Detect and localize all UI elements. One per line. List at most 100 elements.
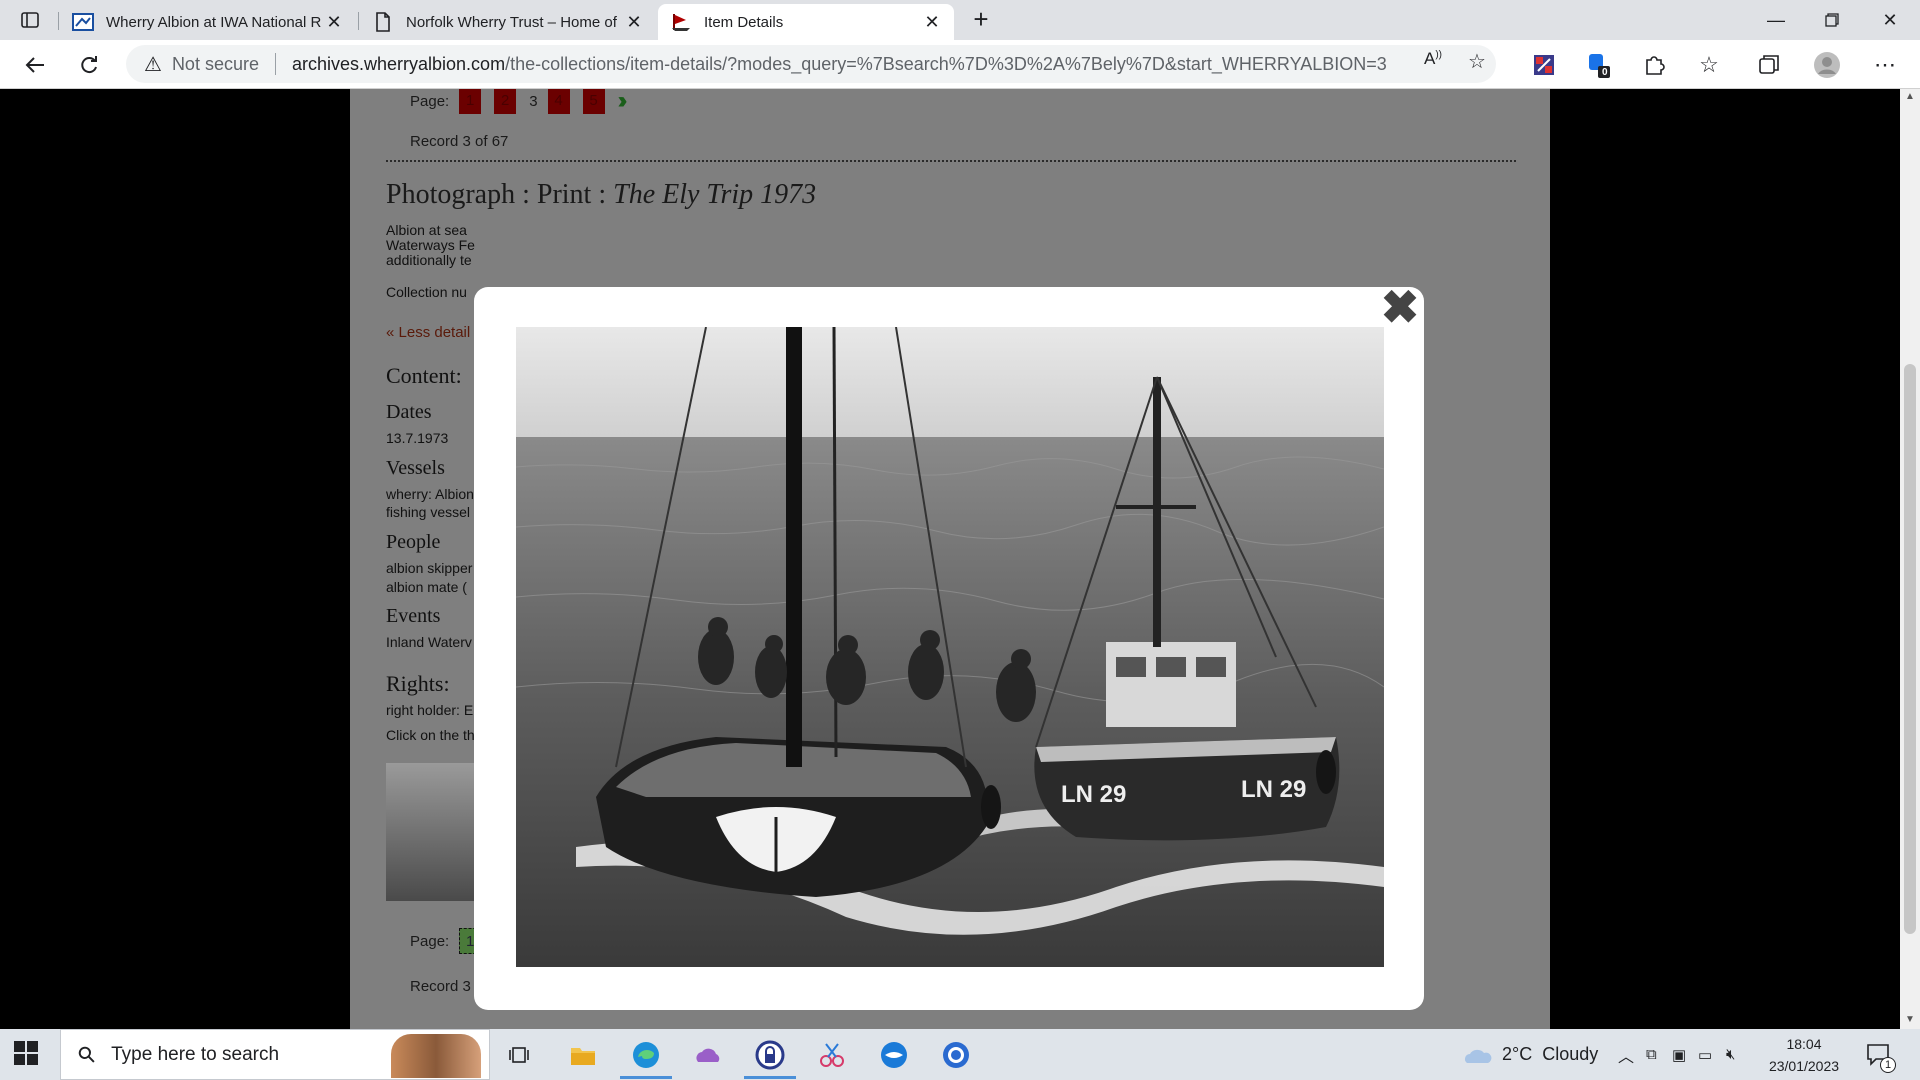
page-document-icon [372, 11, 394, 33]
cloud-icon [1465, 1049, 1492, 1063]
close-tab-icon[interactable]: ✕ [324, 12, 344, 33]
restore-icon[interactable] [1804, 0, 1860, 40]
page-link-2[interactable]: 2 [494, 89, 517, 114]
clock-date: 23/01/2023 [1768, 1058, 1840, 1074]
page-scrollbar[interactable]: ▲ ▼ [1900, 89, 1920, 1029]
vessels-heading: Vessels [386, 457, 445, 479]
lightbox-modal: ✖ LN 29 LN 29 [474, 284, 1424, 1010]
weather-temperature: 2°C [1502, 1044, 1533, 1064]
scroll-up-icon[interactable]: ▲ [1905, 91, 1915, 102]
scrollbar-thumb[interactable] [1904, 364, 1916, 934]
warning-triangle-icon[interactable]: ⚠ [144, 52, 162, 77]
tab-item-details[interactable]: Item Details ✕ [658, 4, 954, 40]
add-favorite-star-icon[interactable]: ☆ [1468, 49, 1486, 74]
onedrive-app-icon[interactable] [692, 1039, 724, 1071]
next-page-arrows-icon[interactable]: ›› [618, 89, 628, 115]
favorites-icon[interactable]: ☆ [1692, 48, 1726, 82]
settings-more-icon[interactable]: ⋯ [1868, 48, 1902, 82]
back-arrow-icon[interactable] [18, 48, 52, 82]
new-tab-button[interactable]: + [966, 6, 996, 34]
page-link-1[interactable]: 1 [459, 89, 482, 114]
scroll-down-icon[interactable]: ▼ [1905, 1014, 1915, 1025]
edge-browser-icon[interactable] [630, 1039, 662, 1071]
people-item: albion mate ( [386, 579, 467, 595]
wherry-favicon-icon [670, 11, 692, 33]
tab-norfolk-wherry-trust[interactable]: Norfolk Wherry Trust – Home of ✕ [360, 4, 656, 40]
read-aloud-icon[interactable]: A)) [1424, 49, 1442, 69]
rights-holder: right holder: E [386, 702, 474, 718]
clock-time: 18:04 [1786, 1036, 1822, 1052]
taskbar-search-box[interactable]: ⚲ Type here to search [60, 1029, 490, 1080]
snipping-tool-icon[interactable] [816, 1039, 848, 1071]
url-path: /the-collections/item-details/?modes_que… [505, 53, 1387, 74]
pager-label: Page: [410, 92, 450, 110]
rights-heading: Rights: [386, 671, 450, 696]
tab-wherry-albion-iwa[interactable]: Wherry Albion at IWA National R ✕ [60, 4, 356, 40]
page-link-5[interactable]: 5 [582, 89, 605, 114]
tab-title: Norfolk Wherry Trust – Home of [406, 13, 617, 31]
minimize-icon[interactable]: — [1748, 0, 1804, 40]
close-tab-icon[interactable]: ✕ [922, 12, 942, 33]
extension-badge-icon[interactable]: 0 [1582, 48, 1616, 82]
tab-separator [58, 12, 59, 30]
vessel-item: wherry: Albion [386, 486, 474, 502]
network-icon[interactable]: ▣ [1672, 1029, 1686, 1080]
active-app-indicator [744, 1076, 796, 1079]
meet-now-icon[interactable]: ⧉ [1646, 1029, 1657, 1080]
close-modal-icon[interactable]: ✖ [1380, 284, 1420, 330]
less-detail-link[interactable]: « Less detail [386, 324, 470, 341]
security-label[interactable]: Not secure [172, 54, 259, 75]
boats-at-sea-photo: LN 29 LN 29 [516, 327, 1384, 967]
people-heading: People [386, 531, 441, 553]
lock-app-icon[interactable] [754, 1039, 786, 1071]
system-clock[interactable]: 18:04 23/01/2023 [1760, 1033, 1848, 1077]
pager-top: Page: 1 2 3 4 5 ›› [410, 89, 628, 115]
current-page: 3 [529, 92, 538, 110]
event-item: Inland Waterv [386, 634, 472, 650]
tab-title: Wherry Albion at IWA National R [106, 13, 322, 31]
windows-taskbar: ⚲ Type here to search 2°C Cloudy ︿ ⧉ ▣ ▭… [0, 1029, 1920, 1080]
page-title: Photograph : Print : The Ely Trip 1973 [386, 179, 817, 210]
weather-condition: Cloudy [1542, 1044, 1599, 1064]
content-heading: Content: [386, 363, 462, 388]
weather-widget[interactable]: 2°C Cloudy [1462, 1029, 1598, 1080]
show-hidden-icons-chevron-icon[interactable]: ︿ [1618, 1029, 1634, 1080]
description-line: Albion at sea [386, 222, 467, 238]
collections-icon[interactable] [1752, 48, 1786, 82]
chat-app-icon[interactable] [940, 1039, 972, 1071]
extension-grid-icon[interactable] [1527, 48, 1561, 82]
task-view-icon[interactable] [503, 1039, 535, 1071]
search-icon: ⚲ [72, 1039, 102, 1069]
search-highlight-image [391, 1034, 481, 1078]
collection-number: Collection nu [386, 284, 467, 300]
divider [386, 160, 1516, 162]
boat-registration-right: LN 29 [1241, 776, 1306, 803]
file-explorer-icon[interactable] [567, 1039, 599, 1071]
windows-start-icon[interactable] [14, 1041, 40, 1067]
search-placeholder: Type here to search [111, 1043, 280, 1065]
browser-toolbar: ⚠ Not secure archives.wherryalbion.com /… [0, 40, 1920, 89]
refresh-icon[interactable] [72, 48, 106, 82]
description-line: Waterways Fe [386, 237, 475, 253]
extensions-puzzle-icon[interactable] [1637, 48, 1671, 82]
vessel-item: fishing vessel [386, 504, 471, 520]
close-tab-icon[interactable]: ✕ [624, 12, 644, 33]
dates-value: 13.7.1973 [386, 430, 449, 446]
extension-badge-count: 0 [1602, 67, 1608, 78]
weather-app-icon[interactable] [878, 1039, 910, 1071]
people-item: albion skipper [386, 560, 473, 576]
record-counter: Record 3 of 67 [410, 133, 509, 150]
address-bar[interactable]: ⚠ Not secure archives.wherryalbion.com /… [126, 45, 1496, 83]
volume-muted-icon[interactable]: 🔇︎ [1726, 1029, 1735, 1080]
close-window-icon[interactable]: ✕ [1862, 0, 1918, 40]
profile-avatar-icon[interactable] [1810, 48, 1844, 82]
address-divider [274, 53, 276, 75]
pager-label: Page: [410, 932, 450, 950]
tab-actions-icon[interactable] [14, 8, 46, 32]
page-link-4[interactable]: 4 [547, 89, 570, 114]
battery-icon[interactable]: ▭ [1698, 1029, 1712, 1080]
boat-registration-left: LN 29 [1061, 781, 1126, 808]
tab-separator [358, 12, 359, 30]
notifications-icon[interactable]: 1 [1866, 1029, 1896, 1080]
tab-bar: Wherry Albion at IWA National R ✕ Norfol… [0, 0, 1920, 40]
